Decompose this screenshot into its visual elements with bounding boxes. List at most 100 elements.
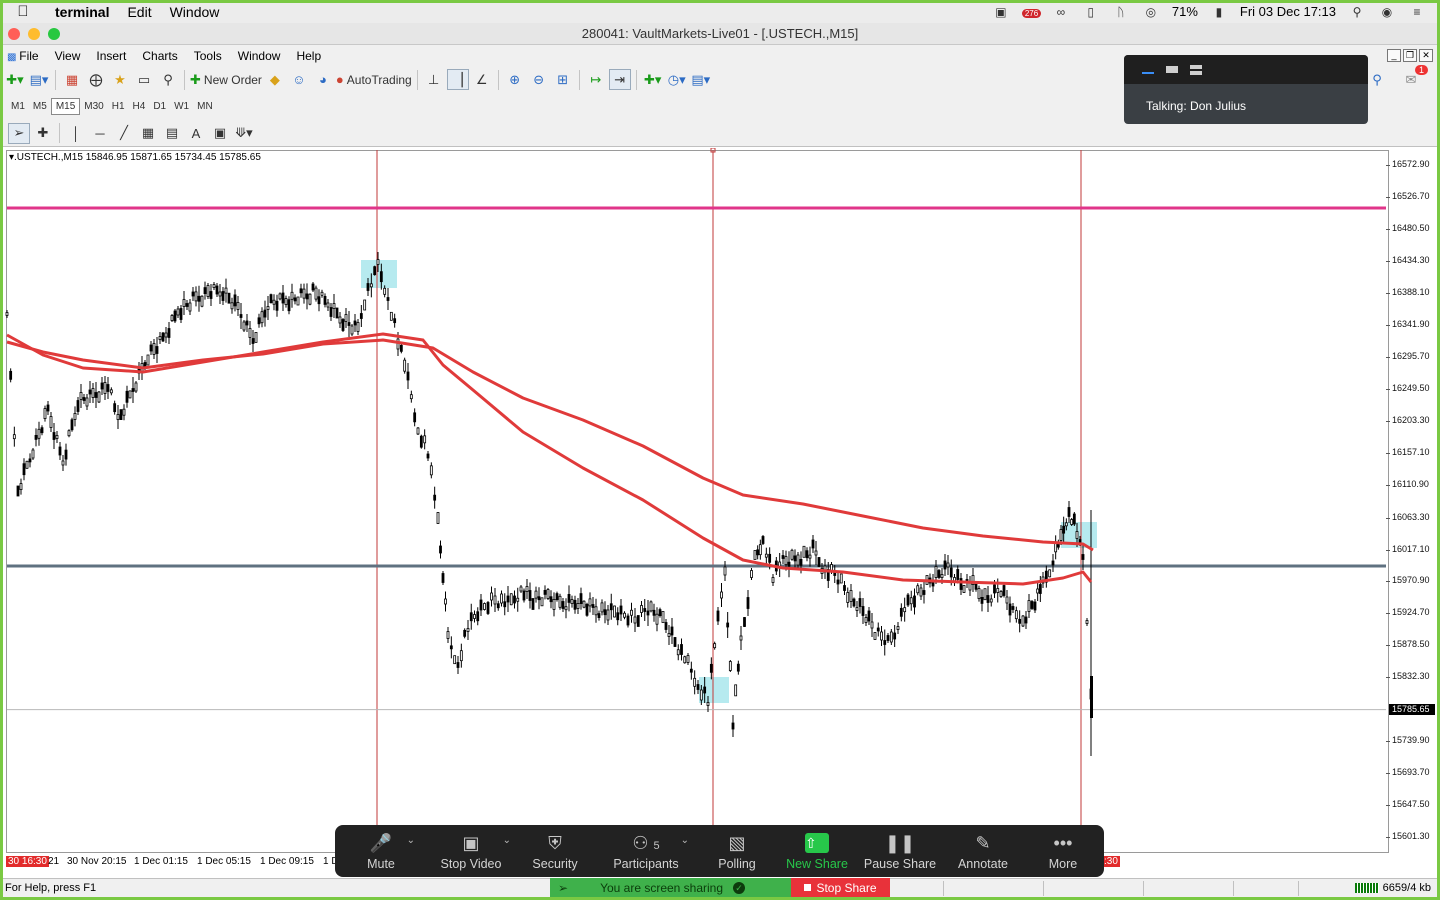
profiles-button[interactable]: ▤▾ [28,69,50,90]
chevron-down-icon[interactable]: ⌄ [681,835,689,846]
timeframe-m15[interactable]: M15 [50,98,81,115]
menu-file[interactable]: ▩ File [3,49,47,63]
price-chart[interactable]: ▾.USTECH.,M15 15846.95 15871.65 15734.45… [3,148,1437,870]
stop-video-button[interactable]: ▣ Stop Video ⌄ [427,825,515,877]
timeframe-h4[interactable]: H4 [129,98,150,115]
line-chart-button[interactable]: ∠ [471,69,493,90]
price-axis-tick [1386,549,1390,551]
menu-window[interactable]: Window [230,49,289,63]
periods-button[interactable]: ◷▾ [666,69,688,90]
text-button[interactable]: A [185,123,207,144]
minimize-panel-icon[interactable] [1142,71,1154,74]
notification-icon[interactable]: 276 [1021,5,1042,19]
speaker-view-icon[interactable] [1166,66,1178,73]
channel-button[interactable]: ▦ [137,123,159,144]
menubar-item-window[interactable]: Window [161,4,229,20]
vertical-line-button[interactable]: │ [65,123,87,144]
timeframe-mn[interactable]: MN [193,98,217,115]
signals-button[interactable]: ☺ [288,69,310,90]
timeframe-w1[interactable]: W1 [170,98,193,115]
candle-body [152,343,156,355]
menu-view[interactable]: View [47,49,89,63]
crosshair-button[interactable]: ✚ [32,123,54,144]
templates-button[interactable]: ▤▾ [690,69,712,90]
new-order-button[interactable]: ✚ New Order [190,69,262,90]
candlestick-button[interactable]: ▕ [446,69,469,90]
user-avatar-icon[interactable]: ◉ [1378,5,1396,19]
close-window-button[interactable] [8,28,20,40]
bar-chart-button[interactable]: ⊥ [423,69,445,90]
pause-share-button[interactable]: ❚❚ Pause Share [857,825,943,877]
fibonacci-button[interactable]: ▤ [161,123,183,144]
spotlight-search-icon[interactable]: ⚲ [1348,5,1366,19]
chevron-down-icon[interactable]: ⌄ [503,835,511,846]
zoom-in-button[interactable]: ⊕ [504,69,526,90]
navigator-button[interactable]: ★ [109,69,131,90]
menubar-clock[interactable]: Fri 03 Dec 17:13 [1240,4,1336,19]
new-chart-button[interactable]: ✚▾ [4,69,26,90]
menu-help[interactable]: Help [288,49,329,63]
terminal-button[interactable]: ▭ [133,69,155,90]
battery-icon[interactable]: ▮ [1210,5,1228,19]
tile-windows-button[interactable]: ⊞ [552,69,574,90]
indicators-button[interactable]: ✚▾ [642,69,664,90]
polling-button[interactable]: ▧ Polling [697,825,777,877]
connection-status[interactable]: 6659/4 kb [1354,882,1431,894]
candle-body [861,606,865,616]
autoscroll-button[interactable]: ⇥ [608,69,631,90]
annotate-button[interactable]: ✎ Annotate [943,825,1023,877]
cursor-button[interactable]: ➢ [8,122,30,144]
arrows-button[interactable]: ⟱▾ [233,123,255,144]
zoom-out-button[interactable]: ⊖ [528,69,550,90]
market-button[interactable]: ◕ [312,69,334,90]
security-button[interactable]: ⛨ Security [515,825,595,877]
menubar-item-edit[interactable]: Edit [118,4,160,20]
zoom-status-icon[interactable]: ▣ [992,5,1010,19]
stop-share-button[interactable]: Stop Share [791,878,890,897]
minimize-window-button[interactable] [28,28,40,40]
chevron-down-icon[interactable]: ⌄ [407,835,415,846]
chart-shift-button[interactable]: ↦ [585,69,607,90]
sharing-status[interactable]: ➢ You are screen sharing ✓ [550,878,791,897]
timeframe-m30[interactable]: M30 [80,98,107,115]
menubar-app-name[interactable]: terminal [46,4,118,20]
candle-body [597,613,601,619]
more-button[interactable]: ••• More [1023,825,1103,877]
search-icon[interactable]: ⚲ [1366,69,1388,90]
control-center-icon[interactable]: ≡ [1408,5,1426,19]
text-label-button[interactable]: ▣ [209,123,231,144]
new-share-button[interactable]: ⇧ New Share [777,825,857,877]
menu-tools[interactable]: Tools [186,49,230,63]
zoom-talking-panel[interactable]: Talking: Don Julius [1124,55,1368,124]
trendline-button[interactable]: ╱ [113,123,135,144]
candle-body [1036,588,1040,594]
horizontal-line-button[interactable]: ─ [89,123,111,144]
data-window-button[interactable]: ⨁ [85,69,107,90]
creative-cloud-icon[interactable]: ∞ [1052,5,1070,19]
chart-minimize-button[interactable]: _ [1387,49,1401,62]
autotrading-button[interactable]: ● AutoTrading [336,69,412,90]
metaeditor-button[interactable]: ◆ [264,69,286,90]
wifi-icon[interactable]: ◎ [1142,5,1160,19]
timeframe-d1[interactable]: D1 [149,98,170,115]
chart-close-button[interactable]: ✕ [1419,49,1433,62]
menu-charts[interactable]: Charts [134,49,185,63]
participants-button[interactable]: ⚇ 5 Participants ⌄ [595,825,697,877]
candle-body [753,550,757,560]
market-watch-button[interactable]: ▦ [61,69,83,90]
apple-icon[interactable]:  [0,3,46,20]
zoom-window-button[interactable] [48,28,60,40]
timeframe-h1[interactable]: H1 [108,98,129,115]
mute-button[interactable]: 🎤 Mute ⌄ [335,825,427,877]
airplay-icon[interactable]: ▯ [1082,5,1100,19]
alerts-icon[interactable]: ✉ 1 [1400,65,1428,90]
timeframe-m1[interactable]: M1 [7,98,29,115]
gallery-view-icon[interactable] [1190,64,1202,75]
strategy-tester-button[interactable]: ⚲ [157,69,179,90]
candle-body [793,555,797,562]
menu-insert[interactable]: Insert [88,49,134,63]
bluetooth-icon[interactable]: ᚢ [1112,5,1130,19]
drag-handle-icon[interactable]: ➢ [558,881,568,895]
chart-restore-button[interactable]: ❐ [1403,49,1417,62]
timeframe-m5[interactable]: M5 [29,98,51,115]
